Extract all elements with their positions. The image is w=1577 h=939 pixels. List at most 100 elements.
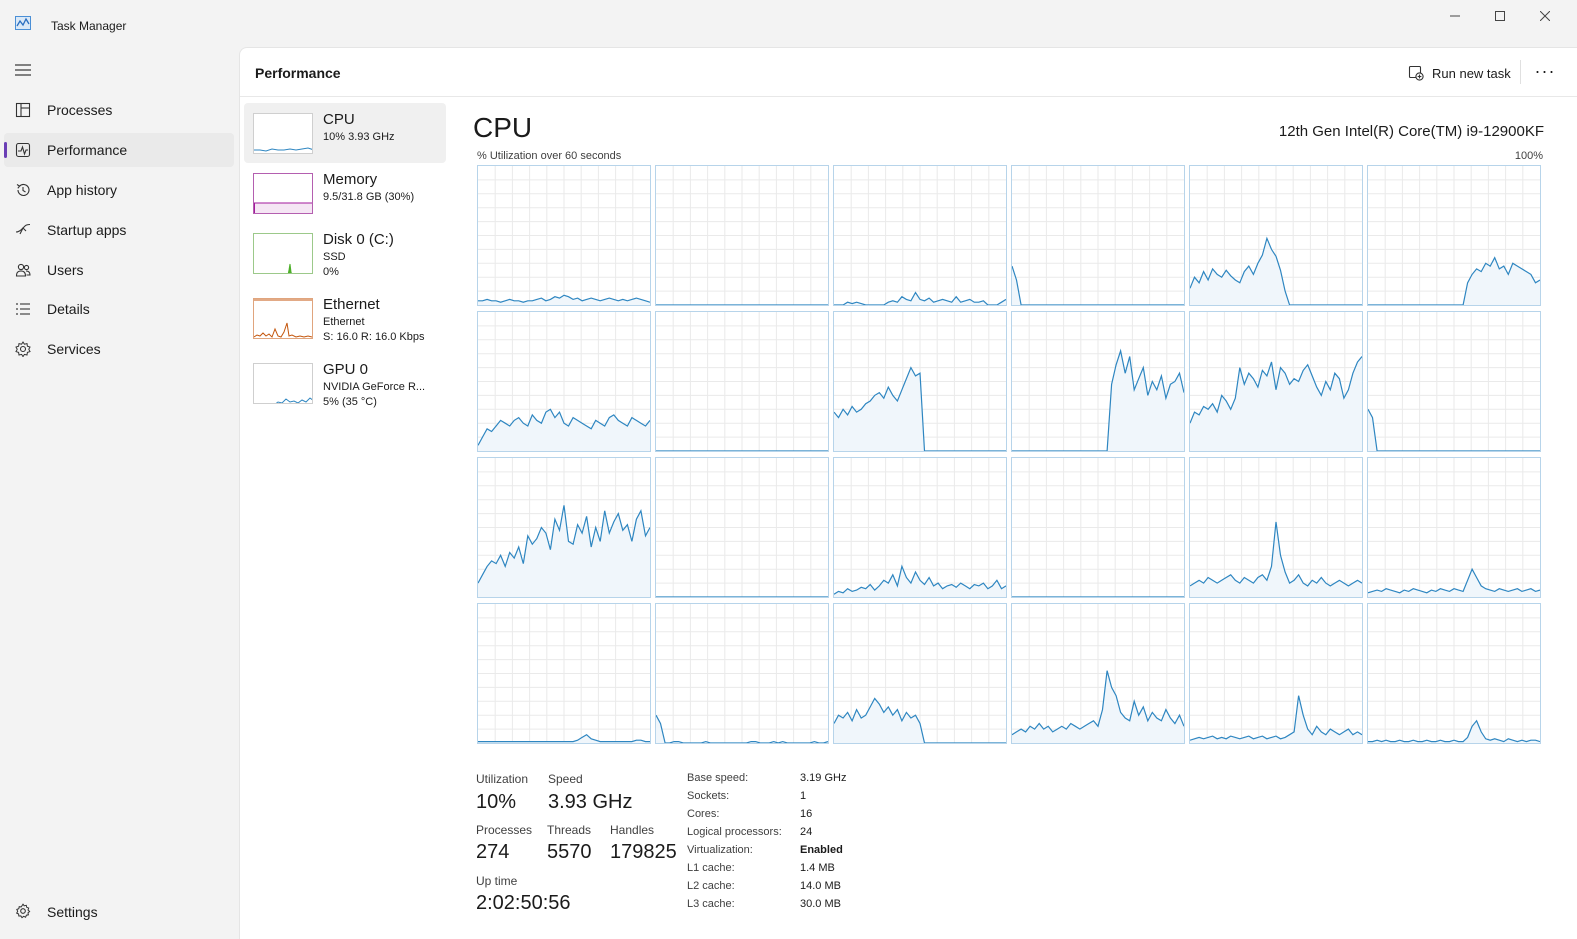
run-new-task-button[interactable]: Run new task <box>1408 62 1511 84</box>
spec-value: 1 <box>800 790 807 802</box>
resource-title: GPU 0 <box>323 361 369 378</box>
task-manager-icon <box>15 16 31 30</box>
nav-item-services[interactable]: Services <box>4 332 234 366</box>
processes-label: Processes <box>476 823 533 837</box>
processes-icon <box>15 102 31 118</box>
logical-processor-graph <box>833 603 1007 744</box>
minimize-icon <box>1450 15 1460 17</box>
nav-item-users[interactable]: Users <box>4 253 234 287</box>
spec-key: Base speed: <box>687 772 749 784</box>
nav-label: Performance <box>47 142 128 158</box>
resource-item-gpu[interactable]: GPU 0 NVIDIA GeForce R... 5% (35 °C) <box>244 353 446 413</box>
title-bar: Task Manager <box>0 0 1577 46</box>
logical-processor-graph <box>1011 457 1185 598</box>
logical-processor-graph <box>655 603 829 744</box>
nav-item-app-history[interactable]: App history <box>4 173 234 207</box>
handles-value: 179825 <box>610 841 677 863</box>
resource-title: Disk 0 (C:) <box>323 231 394 248</box>
cpu-heading: CPU <box>473 112 533 143</box>
maximize-icon <box>1495 11 1505 21</box>
spec-value: 3.19 GHz <box>800 772 847 784</box>
logical-processor-graph <box>655 165 829 306</box>
resource-title: Memory <box>323 171 378 188</box>
nav-item-settings[interactable]: Settings <box>4 894 234 928</box>
processes-value: 274 <box>476 841 510 863</box>
close-button[interactable] <box>1522 0 1568 32</box>
nav-label: Services <box>47 341 101 357</box>
utilization-label: Utilization <box>476 772 529 786</box>
handles-label: Handles <box>610 823 655 837</box>
maximize-button[interactable] <box>1477 0 1523 32</box>
details-icon <box>16 303 30 315</box>
resource-item-disk[interactable]: Disk 0 (C:) SSD 0% <box>244 223 446 283</box>
logical-processor-graph <box>833 165 1007 306</box>
spec-value: 16 <box>800 808 813 820</box>
resource-detail: SSD <box>323 251 346 263</box>
logical-processor-graph <box>1367 165 1541 306</box>
resource-detail: 10% 3.93 GHz <box>323 131 395 143</box>
spec-value: 1.4 MB <box>800 862 835 874</box>
ethernet-thumbnail-graph <box>253 298 313 339</box>
logical-processor-graph <box>833 457 1007 598</box>
logical-processor-graph <box>477 165 651 306</box>
resource-item-memory[interactable]: Memory 9.5/31.8 GB (30%) <box>244 163 446 223</box>
resource-title: CPU <box>323 111 355 128</box>
gpu-thumbnail-graph <box>253 363 313 404</box>
spec-value: 30.0 MB <box>800 898 841 910</box>
speed-value: 3.93 GHz <box>548 791 633 813</box>
services-icon <box>15 341 31 357</box>
spec-value: Enabled <box>800 844 843 856</box>
resource-detail: NVIDIA GeForce R... <box>323 381 426 393</box>
more-options-button[interactable]: ··· <box>1532 61 1558 85</box>
nav-label: App history <box>47 182 118 198</box>
logical-processor-graph <box>1011 311 1185 452</box>
performance-icon <box>15 142 31 158</box>
main-panel: Performance Run new task ··· CPU 10% 3.9… <box>239 47 1577 939</box>
logical-processor-graph <box>477 603 651 744</box>
minimize-button[interactable] <box>1432 0 1478 32</box>
nav-item-processes[interactable]: Processes <box>4 93 234 127</box>
settings-label: Settings <box>47 904 98 920</box>
utilization-value: 10% <box>476 791 517 813</box>
nav-label: Users <box>47 262 84 278</box>
run-task-icon <box>1408 65 1424 81</box>
logical-processor-graph <box>1367 457 1541 598</box>
logical-processor-graph <box>1367 311 1541 452</box>
spec-key: L1 cache: <box>687 862 735 874</box>
logical-processor-graph <box>477 457 651 598</box>
nav-label: Details <box>47 301 90 317</box>
resource-item-cpu[interactable]: CPU 10% 3.93 GHz <box>244 103 446 163</box>
hamburger-menu-icon[interactable] <box>14 62 32 78</box>
resource-detail: Ethernet <box>323 316 365 328</box>
logical-processor-graph <box>655 457 829 598</box>
nav-label: Processes <box>47 102 113 118</box>
utilization-area <box>1190 521 1362 597</box>
spec-key: L3 cache: <box>687 898 735 910</box>
spec-key: L2 cache: <box>687 880 735 892</box>
resource-detail: 5% (35 °C) <box>323 396 377 408</box>
spec-value: 14.0 MB <box>800 880 841 892</box>
resource-title: Ethernet <box>323 296 380 313</box>
page-header: Performance Run new task ··· <box>240 48 1577 97</box>
nav-item-performance[interactable]: Performance <box>4 133 234 167</box>
logical-processor-graph <box>655 311 829 452</box>
memory-thumbnail-graph <box>253 173 313 214</box>
resource-detail: S: 16.0 R: 16.0 Kbps <box>323 331 425 343</box>
resource-item-ethernet[interactable]: Ethernet Ethernet S: 16.0 R: 16.0 Kbps <box>244 288 446 348</box>
utilization-area <box>478 505 650 597</box>
uptime-label: Up time <box>476 874 518 888</box>
uptime-value: 2:02:50:56 <box>476 892 571 914</box>
logical-processor-graph <box>1189 457 1363 598</box>
nav-item-startup-apps[interactable]: Startup apps <box>4 213 234 247</box>
speed-label: Speed <box>548 772 583 786</box>
gear-icon <box>16 903 31 919</box>
threads-value: 5570 <box>547 841 592 863</box>
cpu-thumbnail-graph <box>253 113 313 154</box>
header-divider <box>1520 60 1521 84</box>
logical-processor-graph-grid <box>477 165 1545 747</box>
resource-detail: 9.5/31.8 GB (30%) <box>323 191 415 203</box>
nav-item-details[interactable]: Details <box>4 292 234 326</box>
users-icon <box>15 263 31 277</box>
disk-thumbnail-graph <box>253 233 313 274</box>
spec-key: Virtualization: <box>687 844 753 856</box>
